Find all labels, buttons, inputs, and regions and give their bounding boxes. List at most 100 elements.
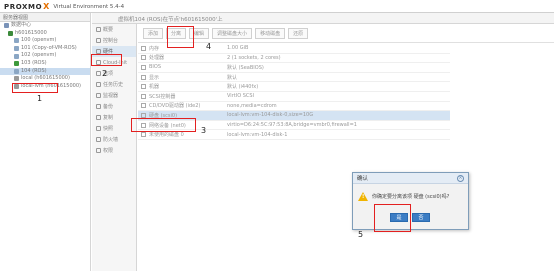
annotation-box-tree-vm bbox=[12, 83, 58, 93]
close-icon[interactable]: × bbox=[457, 174, 464, 182]
annotation-number-1: 1 bbox=[37, 94, 43, 103]
hardware-row[interactable]: 显示 默认 bbox=[138, 73, 450, 83]
hardware-value: none,media=cdrom bbox=[227, 102, 277, 109]
tree-item[interactable]: 101 (Copy-of-VM-ROS) bbox=[0, 45, 90, 53]
hardware-value: VirtIO SCSI bbox=[227, 93, 255, 100]
vm-icon bbox=[14, 46, 19, 52]
hardware-value: 默认 (SeaBIOS) bbox=[227, 64, 264, 71]
toolbar-button[interactable]: 添加 bbox=[143, 27, 164, 39]
no-button[interactable]: 否 bbox=[412, 213, 430, 222]
hardware-row[interactable]: CD/DVD驱动器 (ide2) none,media=cdrom bbox=[138, 102, 450, 112]
hardware-icon bbox=[141, 45, 146, 51]
vm-menu-label: 概要 bbox=[103, 27, 114, 33]
hardware-label: SCSI控制器 bbox=[149, 93, 176, 100]
toolbar-button[interactable]: 移动磁盘 bbox=[255, 27, 286, 39]
vm-menu-item[interactable]: 监视器 bbox=[92, 90, 136, 101]
vm-menu-label: 权限 bbox=[103, 148, 114, 154]
vm-menu-item[interactable]: 选项 bbox=[92, 68, 136, 79]
tree-item-label: local (h601615000) bbox=[21, 75, 70, 82]
tree-item-label: 数据中心 bbox=[11, 22, 32, 28]
hardware-value: local-lvm:vm-104-disk-0,size=10G bbox=[227, 112, 314, 119]
vm-menu-item[interactable]: 备份 bbox=[92, 101, 136, 112]
vm-menu-label: 防火墙 bbox=[103, 137, 119, 143]
hardware-value: 1.00 GiB bbox=[227, 45, 249, 52]
tree-item-label: 103 (ROS) bbox=[21, 59, 47, 66]
storage-icon bbox=[14, 76, 19, 82]
tree-item[interactable]: 100 (openvm) bbox=[0, 37, 90, 45]
vm-menu-item[interactable]: 防火墙 bbox=[92, 134, 136, 145]
hardware-row[interactable]: SCSI控制器 VirtIO SCSI bbox=[138, 92, 450, 102]
hardware-label: 处理器 bbox=[149, 55, 165, 62]
warning-icon: ! bbox=[358, 192, 368, 201]
vm-running-icon bbox=[14, 61, 19, 67]
view-selector[interactable]: 服务器视图 bbox=[0, 13, 90, 22]
tree-item[interactable]: h601615000 bbox=[0, 30, 90, 38]
hardware-label: 机器 bbox=[149, 84, 160, 91]
tree-item[interactable]: 103 (ROS) bbox=[0, 60, 90, 68]
vm-icon bbox=[14, 38, 19, 44]
vm-menu-label: 控制台 bbox=[103, 38, 119, 44]
annotation-box-yes-button bbox=[374, 204, 411, 232]
tree-item[interactable]: 104 (ROS) bbox=[0, 67, 90, 76]
vm-menu-item[interactable]: 控制台 bbox=[92, 35, 136, 46]
annotation-number-2: 2 bbox=[102, 69, 108, 78]
annotation-number-5: 5 bbox=[358, 230, 364, 239]
summary-icon bbox=[96, 27, 101, 32]
hardware-toolbar: 添加 分离 编辑 调整磁盘大小 移动磁盘 还原 bbox=[138, 24, 554, 43]
vm-menu-item[interactable]: 概要 bbox=[92, 24, 136, 35]
version-label: Virtual Environment 5.4-4 bbox=[53, 3, 125, 10]
hardware-icon bbox=[141, 103, 146, 109]
firewall-icon bbox=[96, 137, 101, 142]
tree-item[interactable]: 数据中心 bbox=[0, 22, 90, 30]
hardware-label: BIOS bbox=[149, 64, 162, 71]
vm-menu-item[interactable]: 任务历史 bbox=[92, 79, 136, 90]
vm-menu-item[interactable]: 复制 bbox=[92, 112, 136, 123]
dialog-title: 确认 bbox=[357, 176, 369, 182]
tree-item[interactable]: local (h601615000) bbox=[0, 75, 90, 83]
hardware-icon bbox=[141, 64, 146, 70]
hardware-value: local-lvm:vm-104-disk-1 bbox=[227, 131, 288, 138]
permissions-icon bbox=[96, 148, 101, 153]
hardware-icon bbox=[141, 55, 146, 61]
annotation-box-disk-row bbox=[131, 118, 196, 132]
toolbar-button[interactable]: 调整磁盘大小 bbox=[212, 27, 253, 39]
options-icon bbox=[96, 71, 101, 76]
monitor-icon bbox=[96, 93, 101, 98]
modal-mask bbox=[138, 165, 554, 271]
logo-text: PROXMO bbox=[4, 2, 43, 11]
dialog-body: ! 你确定要分离该项 硬盘 (scsi0)吗? bbox=[353, 184, 468, 201]
hardware-value: 2 (1 sockets, 2 cores) bbox=[227, 54, 281, 61]
vm-menu-item[interactable]: 权限 bbox=[92, 145, 136, 156]
logo-x: X bbox=[43, 2, 50, 11]
replication-icon bbox=[96, 115, 101, 120]
hardware-value: 默认 bbox=[227, 74, 238, 81]
resource-tree: 服务器视图 数据中心 h601615000 100 (openvm) 101 (Cop… bbox=[0, 13, 91, 271]
hardware-value: virtio=D6:24:5C:97:53:8A,bridge=vmbr0,fi… bbox=[227, 122, 357, 129]
history-icon bbox=[96, 82, 101, 87]
hardware-icon bbox=[141, 93, 146, 99]
hardware-row[interactable]: 处理器 2 (1 sockets, 2 cores) bbox=[138, 54, 450, 64]
vm-menu-label: 复制 bbox=[103, 115, 114, 121]
tree-item-label: 104 (ROS) bbox=[21, 67, 47, 74]
datacenter-icon bbox=[4, 23, 9, 29]
hardware-icon bbox=[141, 132, 146, 138]
vm-menu-label: 快照 bbox=[103, 126, 114, 132]
annotation-box-detach-button bbox=[167, 26, 194, 48]
content-header: 虚拟机104 (ROS)在节点'h601615000'上 bbox=[92, 13, 554, 24]
annotation-box-hardware-menu bbox=[91, 54, 122, 66]
tree-item-label: 101 (Copy-of-VM-ROS) bbox=[21, 44, 77, 51]
tree-item-label: h601615000 bbox=[15, 29, 47, 36]
tree-list: 数据中心 h601615000 100 (openvm) 101 (Copy-of-V… bbox=[0, 22, 90, 90]
hardware-row[interactable]: BIOS 默认 (SeaBIOS) bbox=[138, 63, 450, 73]
hardware-row[interactable]: 机器 默认 (i440fx) bbox=[138, 82, 450, 92]
hardware-value: 默认 (i440fx) bbox=[227, 84, 259, 91]
tree-item[interactable]: 102 (openvm) bbox=[0, 52, 90, 60]
hardware-label: 显示 bbox=[149, 74, 160, 81]
snapshot-icon bbox=[96, 126, 101, 131]
node-icon bbox=[8, 30, 13, 36]
annotation-number-4: 4 bbox=[206, 42, 212, 51]
vm-menu-item[interactable]: 快照 bbox=[92, 123, 136, 134]
proxmox-logo: PROXMO X Virtual Environment 5.4-4 bbox=[4, 2, 124, 11]
dialog-header: 确认 × bbox=[353, 173, 468, 184]
toolbar-button[interactable]: 还原 bbox=[288, 27, 309, 39]
